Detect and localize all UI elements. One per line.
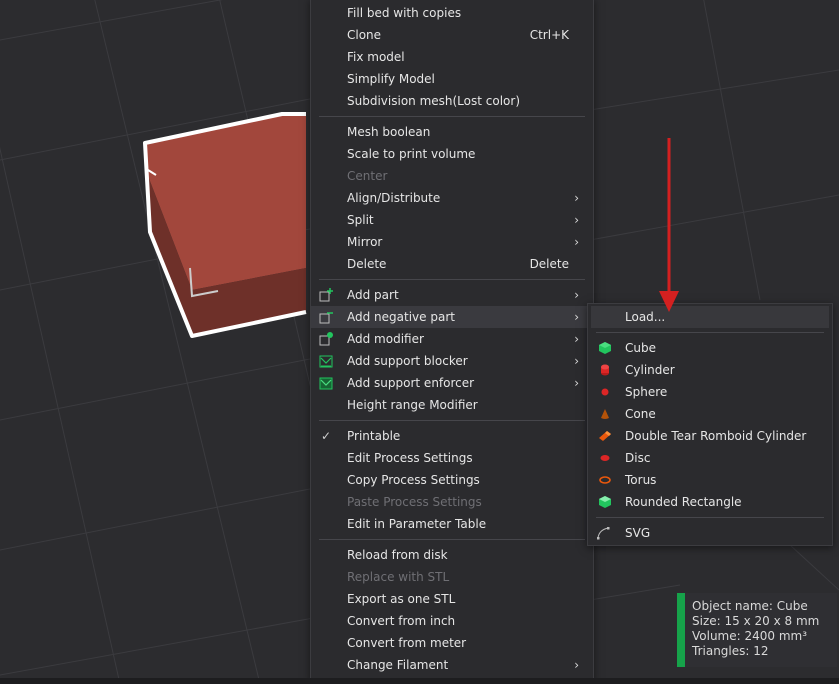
chevron-right-icon: › — [574, 658, 579, 672]
submenu-item-rounded-rectangle[interactable]: Rounded Rectangle — [588, 491, 832, 513]
torus-icon — [599, 476, 611, 484]
menu-separator — [596, 517, 824, 518]
chevron-right-icon: › — [574, 376, 579, 390]
menu-separator — [596, 332, 824, 333]
cone-icon — [601, 409, 609, 419]
submenu-item-cone[interactable]: Cone — [588, 403, 832, 425]
menu-item-add-support-enforcer[interactable]: Add support enforcer › — [311, 372, 593, 394]
submenu-item-svg[interactable]: SVG — [588, 522, 832, 544]
delete-shortcut: Delete — [529, 257, 569, 271]
menu-item-add-support-blocker[interactable]: Add support blocker › — [311, 350, 593, 372]
context-menu: Fill bed with copies Clone Ctrl+K Fix mod… — [310, 0, 594, 680]
menu-item-convert-from-meter[interactable]: Convert from meter — [311, 632, 593, 654]
chevron-right-icon: › — [574, 235, 579, 249]
cylinder-icon — [601, 364, 609, 376]
menu-item-copy-process-settings[interactable]: Copy Process Settings — [311, 469, 593, 491]
menu-item-delete[interactable]: Delete Delete — [311, 253, 593, 275]
menu-item-simplify-model[interactable]: Simplify Model — [311, 68, 593, 90]
menu-separator — [319, 279, 585, 280]
object-volume: Volume: 2400 mm³ — [692, 629, 808, 643]
rounded-rectangle-icon — [599, 496, 611, 508]
submenu-item-double-tear-romboid-cylinder[interactable]: Double Tear Romboid Cylinder — [588, 425, 832, 447]
menu-separator — [319, 116, 585, 117]
menu-item-fill-bed[interactable]: Fill bed with copies — [311, 2, 593, 24]
bottom-bar — [0, 678, 839, 684]
submenu-item-sphere[interactable]: Sphere — [588, 381, 832, 403]
menu-item-reload-from-disk[interactable]: Reload from disk — [311, 544, 593, 566]
romboid-cylinder-icon — [599, 431, 611, 441]
disc-icon — [600, 455, 610, 461]
menu-separator — [319, 539, 585, 540]
menu-item-fix-model[interactable]: Fix model — [311, 46, 593, 68]
menu-item-height-range-modifier[interactable]: Height range Modifier — [311, 394, 593, 416]
checkmark-icon: ✓ — [321, 429, 332, 443]
chevron-right-icon: › — [574, 191, 579, 205]
menu-item-replace-with-stl: Replace with STL — [347, 570, 450, 584]
menu-item-add-modifier[interactable]: Add modifier › — [311, 328, 593, 350]
object-size: Size: 15 x 20 x 8 mm — [692, 614, 820, 628]
menu-separator — [319, 420, 585, 421]
support-blocker-icon — [319, 355, 333, 368]
add-modifier-icon — [319, 332, 333, 346]
submenu-item-torus[interactable]: Torus — [588, 469, 832, 491]
menu-item-split[interactable]: Split › — [311, 209, 593, 231]
cube-model[interactable] — [143, 112, 307, 338]
submenu-item-load[interactable]: Load... — [591, 306, 829, 328]
menu-item-subdivision-mesh[interactable]: Subdivision mesh(Lost color) — [311, 90, 593, 112]
menu-item-center: Center — [347, 169, 388, 183]
clone-shortcut: Ctrl+K — [529, 28, 569, 42]
support-enforcer-icon — [319, 377, 333, 390]
chevron-right-icon: › — [574, 310, 579, 324]
menu-item-printable[interactable]: ✓ Printable — [311, 425, 593, 447]
sphere-icon — [601, 388, 609, 396]
menu-item-clone[interactable]: Clone Ctrl+K — [311, 24, 593, 46]
submenu-item-cylinder[interactable]: Cylinder — [588, 359, 832, 381]
menu-item-convert-from-inch[interactable]: Convert from inch — [311, 610, 593, 632]
menu-item-paste-process-settings: Paste Process Settings — [347, 495, 482, 509]
chevron-right-icon: › — [574, 288, 579, 302]
menu-item-change-filament[interactable]: Change Filament › — [311, 654, 593, 676]
menu-item-scale-to-print-volume[interactable]: Scale to print volume — [311, 143, 593, 165]
menu-item-export-one-stl[interactable]: Export as one STL — [311, 588, 593, 610]
negative-part-submenu: Load... Cube Cylinder Sphere Cone Double… — [587, 303, 833, 546]
menu-item-edit-parameter-table[interactable]: Edit in Parameter Table — [311, 513, 593, 535]
chevron-right-icon: › — [574, 213, 579, 227]
submenu-item-disc[interactable]: Disc — [588, 447, 832, 469]
menu-item-align-distribute[interactable]: Align/Distribute › — [311, 187, 593, 209]
object-triangles: Triangles: 12 — [692, 644, 769, 658]
submenu-item-cube[interactable]: Cube — [588, 337, 832, 359]
annotation-arrow — [659, 138, 679, 312]
chevron-right-icon: › — [574, 354, 579, 368]
object-name: Object name: Cube — [692, 599, 808, 613]
add-negative-part-icon — [319, 312, 333, 324]
menu-item-mirror[interactable]: Mirror › — [311, 231, 593, 253]
svg-icon — [597, 527, 610, 540]
menu-item-edit-process-settings[interactable]: Edit Process Settings — [311, 447, 593, 469]
menu-item-mesh-boolean[interactable]: Mesh boolean — [311, 121, 593, 143]
add-part-icon — [319, 288, 333, 302]
cube-icon — [599, 342, 611, 354]
chevron-right-icon: › — [574, 332, 579, 346]
menu-item-add-negative-part[interactable]: Add negative part › — [311, 306, 593, 328]
object-info-panel: Object name: Cube Size: 15 x 20 x 8 mm V… — [677, 593, 837, 667]
menu-item-add-part[interactable]: Add part › — [311, 284, 593, 306]
